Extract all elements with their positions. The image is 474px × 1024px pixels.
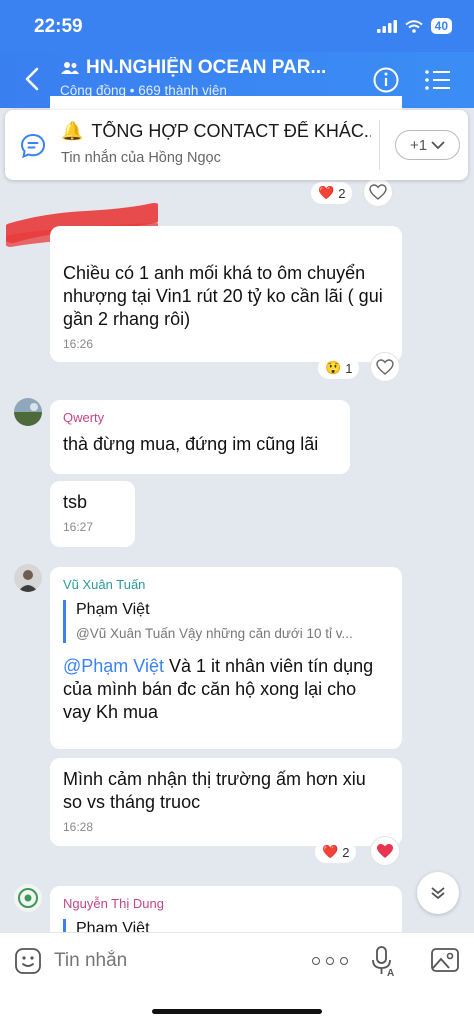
reaction-emoji: 😲 (325, 360, 342, 375)
heart-outline-icon (369, 184, 387, 200)
bell-icon: 🔔 (61, 121, 84, 141)
chevron-down-icon (431, 140, 445, 149)
status-bar: 22:59 40 (0, 0, 474, 52)
status-time: 22:59 (34, 16, 83, 37)
image-picker-icon[interactable] (430, 946, 460, 974)
reaction-emoji: ❤️ (322, 844, 339, 859)
reaction-emoji: ❤️ (318, 185, 335, 200)
voice-to-text-icon[interactable]: A (370, 945, 398, 977)
message-time: 16:27 (63, 520, 94, 534)
message-text: Chiều có 1 anh mối khá to ôm chuyển nhượ… (63, 263, 383, 329)
message-time: 16:28 (63, 820, 94, 834)
info-icon[interactable] (372, 66, 400, 94)
list-menu-icon[interactable] (424, 67, 452, 93)
chat-bubble-icon (20, 133, 46, 159)
message-bubble[interactable]: tsb 16:27 (50, 481, 135, 547)
quote-author: Phạm Việt (76, 601, 150, 618)
message-bubble[interactable]: Nguyễn Thị Dung Phạm Việt (50, 886, 402, 932)
reaction-count: 2 (342, 844, 350, 860)
reaction-summary[interactable]: ❤️ 2 (311, 182, 353, 204)
sender-name[interactable]: Qwerty (63, 410, 337, 425)
home-indicator (152, 1009, 322, 1014)
react-button[interactable] (363, 177, 393, 207)
wifi-icon (405, 19, 423, 33)
avatar-person-image (14, 564, 42, 592)
pinned-more-label: +1 (409, 136, 428, 154)
battery-indicator: 40 (430, 18, 452, 34)
page-title: HN.NGHIỆN OCEAN PAR... (86, 57, 327, 78)
reaction-count: 1 (345, 360, 353, 376)
title-area[interactable]: HN.NGHIỆN OCEAN PAR... Cộng đồng • 669 t… (60, 57, 350, 98)
message-bubble[interactable]: Mình cảm nhận thị trường ấm hơn xiu so v… (50, 758, 402, 846)
quote-text: @Vũ Xuân Tuấn Vậy những căn dưới 10 tỉ v… (76, 626, 353, 641)
pinned-more-button[interactable]: +1 (395, 130, 460, 160)
group-icon (61, 62, 79, 74)
message-text: tsb (63, 492, 88, 512)
avatar-logo-image (14, 884, 42, 912)
sender-name[interactable]: Nguyễn Thị Dung (63, 896, 389, 911)
avatar-landscape-image (14, 398, 42, 426)
reaction-summary[interactable]: 😲 1 (318, 357, 360, 379)
message-text: thà đừng mua, đứng im cũng lãi (63, 434, 319, 454)
pinned-subtitle: Tin nhắn của Hồng Ngọc (61, 150, 221, 166)
message-bubble[interactable]: Chiều có 1 anh mối khá to ôm chuyển nhượ… (50, 226, 402, 362)
pinned-message[interactable]: 🔔 TỔNG HỢP CONTACT ĐỂ KHÁC... Tin nhắn c… (5, 110, 468, 180)
back-icon[interactable] (18, 64, 48, 94)
react-button[interactable] (370, 352, 400, 382)
message-text-wrap: @Phạm Việt Và 1 it nhân viên tín dụng củ… (63, 655, 389, 724)
quoted-message[interactable]: Phạm Việt (63, 919, 389, 932)
react-button-active[interactable] (370, 836, 400, 866)
pinned-title: TỔNG HỢP CONTACT ĐỂ KHÁC... (91, 121, 371, 141)
mention-link[interactable]: @Phạm Việt (63, 656, 164, 676)
heart-outline-icon (376, 359, 394, 375)
status-icons: 40 (376, 18, 452, 34)
sticker-emoji-icon[interactable] (14, 947, 42, 975)
signal-icon (376, 19, 397, 33)
reaction-count: 2 (338, 185, 346, 201)
reaction-summary[interactable]: ❤️ 2 (315, 841, 357, 863)
quote-author: Phạm Việt (76, 920, 150, 932)
double-chevron-down-icon (431, 887, 445, 900)
avatar[interactable] (14, 884, 42, 912)
message-input[interactable] (54, 945, 294, 977)
message-bubble[interactable]: Vũ Xuân Tuấn Phạm Việt @Vũ Xuân Tuấn Vậy… (50, 567, 402, 749)
message-bubble[interactable]: Qwerty thà đừng mua, đứng im cũng lãi (50, 400, 350, 474)
heart-filled-icon (377, 844, 393, 858)
svg-text:A: A (387, 968, 394, 977)
scroll-to-bottom-button[interactable] (417, 872, 459, 914)
message-text: Mình cảm nhận thị trường ấm hơn xiu so v… (63, 769, 366, 812)
message-time: 16:26 (63, 337, 94, 351)
sender-name[interactable]: Vũ Xuân Tuấn (63, 577, 389, 592)
avatar[interactable] (14, 564, 42, 592)
divider (379, 120, 380, 170)
more-options-icon[interactable] (312, 951, 348, 971)
quoted-message[interactable]: Phạm Việt @Vũ Xuân Tuấn Vậy những căn dư… (63, 600, 389, 643)
avatar[interactable] (14, 398, 42, 426)
